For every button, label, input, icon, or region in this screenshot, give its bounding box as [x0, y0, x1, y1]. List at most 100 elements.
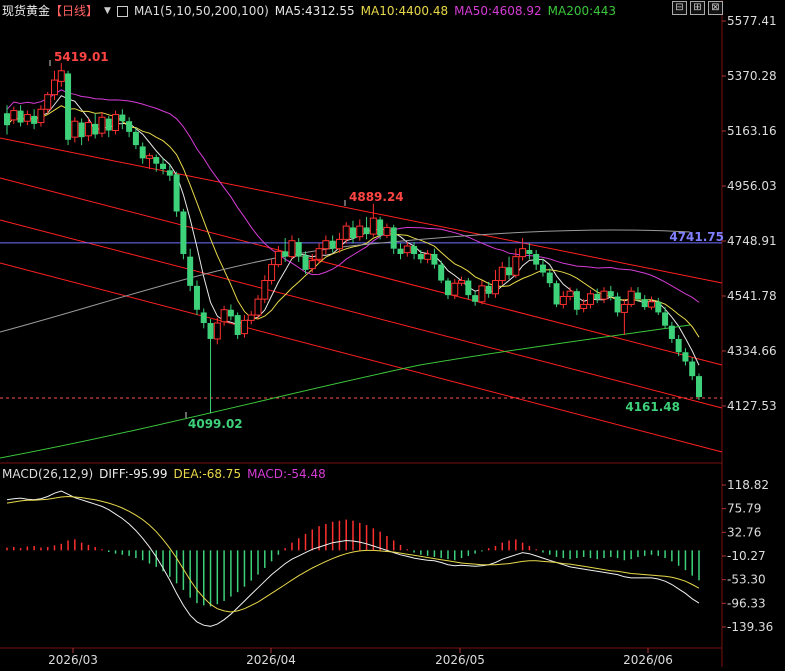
- indicator-icon[interactable]: [116, 6, 128, 17]
- candle-body: [586, 293, 594, 305]
- candle-body: [180, 211, 187, 254]
- candle-body: [31, 115, 38, 124]
- candle-body: [655, 301, 662, 313]
- candle-body: [37, 108, 45, 124]
- candle-body: [573, 291, 580, 310]
- candle-body: [675, 338, 682, 353]
- candle-body: [160, 163, 167, 170]
- candle-body: [98, 116, 106, 134]
- macd-value: MACD:-54.48: [247, 467, 326, 481]
- ma200-value: MA200:443: [547, 3, 617, 18]
- x-tick-label: 2026/06: [623, 653, 673, 667]
- candle-body: [498, 266, 506, 282]
- candle-body: [689, 361, 696, 377]
- candle-body: [594, 293, 601, 300]
- candle-body: [566, 290, 574, 297]
- candle-body: [403, 245, 411, 254]
- candle-body: [465, 280, 472, 296]
- candle-body: [512, 256, 520, 276]
- candle-body: [329, 240, 336, 249]
- candle-body: [200, 312, 207, 324]
- candle-body: [23, 114, 31, 122]
- candle-body: [627, 290, 635, 305]
- symbol-label: 现货黄金: [2, 4, 51, 18]
- chart-svg[interactable]: 5419.01 4889.24 4099.02 4161.48 4741.75 5577…: [0, 0, 785, 667]
- candle-body: [193, 285, 200, 310]
- candle-body: [485, 285, 492, 294]
- candle-body: [105, 118, 112, 131]
- chart-area[interactable]: 5419.01 4889.24 4099.02 4161.48 4741.75 5577…: [0, 0, 785, 667]
- candle-body: [166, 170, 173, 176]
- price-tick-label: 4127.53: [727, 399, 777, 413]
- candle-body: [696, 376, 702, 397]
- candle-body: [78, 122, 85, 138]
- ma50-value: MA50:4608.92: [454, 3, 542, 18]
- candle-body: [240, 319, 248, 335]
- candle-body: [350, 227, 356, 239]
- chevron-down-icon[interactable]: ▼: [104, 6, 111, 16]
- macd-tick-label: 75.79: [727, 502, 761, 516]
- candle-body: [417, 253, 424, 260]
- candle-body: [641, 299, 648, 308]
- candle-body: [288, 240, 296, 258]
- candle-body: [539, 264, 546, 273]
- candle-body: [227, 309, 234, 317]
- candle-body: [472, 295, 479, 302]
- x-tick-label: 2026/05: [435, 653, 485, 667]
- price-annotation: 5419.01: [54, 50, 109, 64]
- candle-body: [308, 260, 316, 270]
- candle-body: [682, 352, 689, 362]
- candle-body: [580, 303, 588, 309]
- maximize-button[interactable]: ⊞: [690, 1, 705, 15]
- macd-tick-label: -96.33: [727, 596, 766, 610]
- price-tick-label: 4334.66: [727, 344, 777, 358]
- candle-body: [139, 146, 146, 159]
- candle-body: [261, 280, 269, 300]
- candle-body: [153, 157, 160, 164]
- candle-body: [254, 298, 262, 316]
- candle-body: [247, 314, 255, 321]
- candle-body: [44, 94, 52, 110]
- macd-label[interactable]: MACD(26,12,9): [2, 467, 93, 481]
- diff-value: DIFF:-95.99: [99, 467, 168, 481]
- candle-body: [213, 322, 221, 340]
- period-label[interactable]: 【日线】: [50, 2, 98, 19]
- macd-tick-label: -139.36: [727, 620, 773, 634]
- candle-body: [620, 303, 628, 313]
- candle-body: [10, 110, 18, 121]
- macd-tick-label: -10.27: [727, 549, 766, 563]
- candle-body: [132, 131, 139, 146]
- candle-body: [607, 291, 614, 297]
- macd-tick-label: -53.30: [727, 573, 766, 587]
- candle-body: [4, 113, 10, 126]
- close-button[interactable]: ⊠: [708, 1, 723, 15]
- candle-body: [424, 253, 432, 260]
- candle-body: [234, 315, 241, 335]
- candle-body: [282, 251, 289, 257]
- candle-body: [478, 285, 486, 303]
- candle-body: [662, 312, 669, 326]
- ma-label[interactable]: MA1(5,10,50,200,100): [134, 4, 269, 18]
- candle-body: [274, 250, 282, 266]
- candle-body: [546, 272, 553, 284]
- candle-body: [315, 248, 323, 260]
- candle-body: [50, 79, 58, 96]
- candle-body: [411, 246, 418, 254]
- price-tick-label: 5163.16: [727, 124, 777, 138]
- candle-body: [648, 301, 656, 308]
- candle-body: [356, 225, 364, 238]
- candle-body: [491, 280, 499, 295]
- candle-body: [187, 256, 194, 286]
- macd-legend: MACD(26,12,9) DIFF:-95.99 DEA:-68.75 MAC…: [2, 467, 326, 481]
- price-annotation: 4099.02: [188, 417, 243, 431]
- candle-body: [451, 282, 459, 296]
- candle-body: [119, 114, 126, 122]
- candle-body: [65, 73, 72, 140]
- minimize-button[interactable]: ⊟: [672, 1, 687, 15]
- candle-body: [145, 155, 153, 159]
- price-tick-label: 4956.03: [727, 179, 777, 193]
- candle-body: [444, 280, 451, 296]
- candle-body: [363, 227, 370, 235]
- candle-body: [458, 280, 466, 284]
- candle-body: [526, 250, 533, 254]
